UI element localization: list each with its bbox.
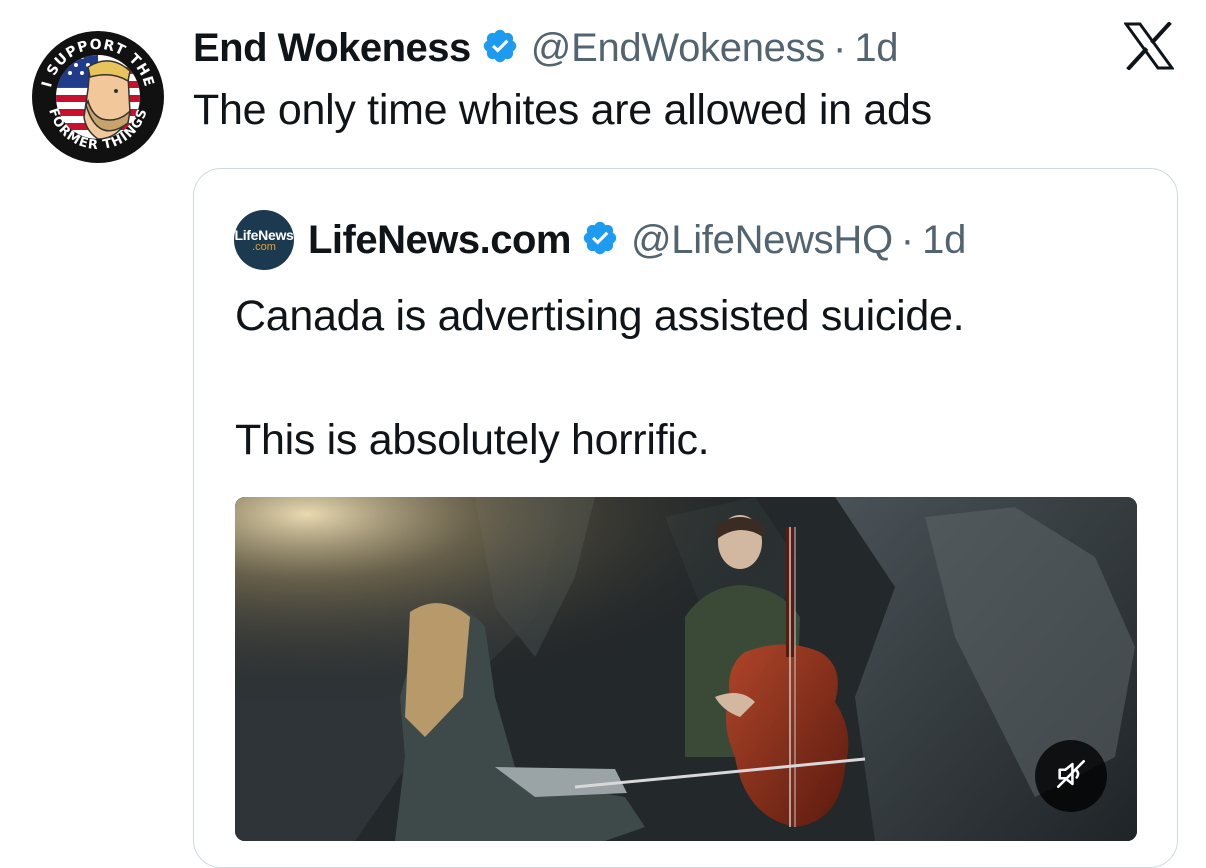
separator-dot: · [833,25,847,70]
quoted-author-avatar[interactable]: LifeNews .com [234,210,294,270]
author-avatar[interactable]: I SUPPORT THE FORMER THINGS [28,27,168,167]
x-logo-icon[interactable] [1123,21,1175,71]
quoted-post-text-line-2: This is absolutely horrific. [235,416,710,464]
post-header: End Wokeness @EndWokeness · 1d [193,22,899,74]
video-frame [235,497,1137,841]
verified-badge-icon [481,27,519,70]
author-name[interactable]: End Wokeness [193,26,471,71]
quoted-avatar-subtext: .com [252,240,276,253]
post-text: The only time whites are allowed in ads [193,86,932,134]
quoted-post-timestamp[interactable]: 1d [922,218,966,263]
quoted-author-handle[interactable]: @LifeNewsHQ [631,218,893,263]
separator-dot: · [900,217,915,262]
quoted-post-text-line-1: Canada is advertising assisted suicide. [235,292,965,340]
quoted-avatar-text: LifeNews [234,226,294,243]
mute-button[interactable] [1035,740,1107,812]
volume-muted-icon [1054,757,1088,796]
author-handle[interactable]: @EndWokeness [531,26,826,71]
quoted-post-header: LifeNews.com @LifeNewsHQ · 1d [308,214,966,266]
verified-badge-icon [581,219,619,262]
video-player[interactable] [235,497,1137,841]
post-timestamp[interactable]: 1d [854,26,898,71]
quoted-author-name[interactable]: LifeNews.com [308,218,571,263]
